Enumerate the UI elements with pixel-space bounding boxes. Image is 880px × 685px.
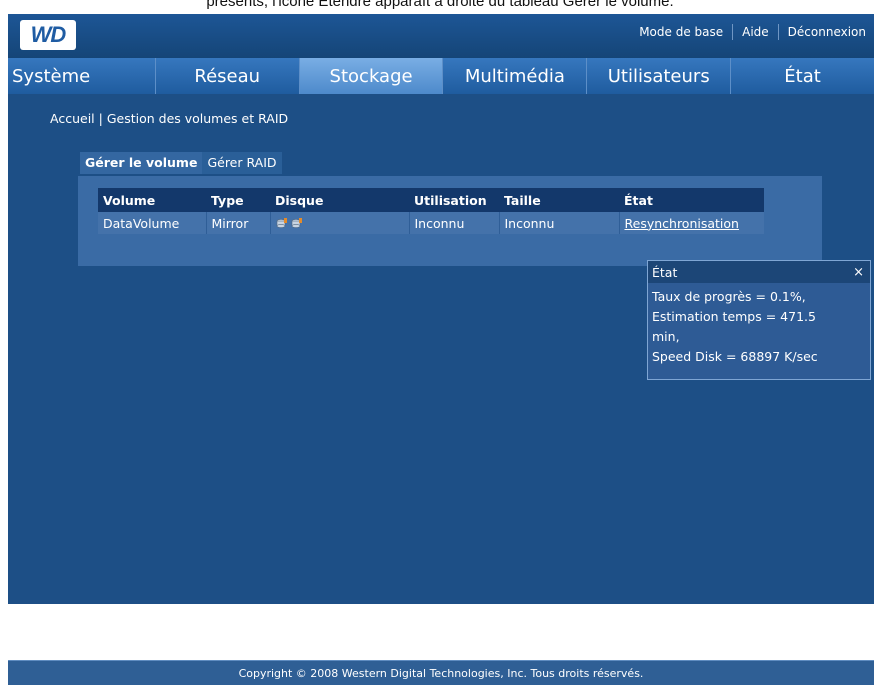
subtabs: Gérer le volume Gérer RAID <box>80 152 282 174</box>
tab-manage-volume[interactable]: Gérer le volume <box>80 152 203 174</box>
nav-tab-systeme[interactable]: Système <box>8 58 156 94</box>
cell-usage: Inconnu <box>409 212 500 234</box>
breadcrumb-home[interactable]: Accueil <box>50 111 95 126</box>
popup-body: Taux de progrès = 0.1%, Estimation temps… <box>648 283 870 371</box>
cell-disk <box>270 212 410 234</box>
cell-size: Inconnu <box>499 212 620 234</box>
estimate-unit-line: min, <box>652 329 680 344</box>
document-caption: présents, l'icône Étendre apparaît à dro… <box>206 0 674 10</box>
table-header-row: Volume Type Disque Utilisation Taille Ét… <box>98 188 764 212</box>
logout-link[interactable]: Déconnexion <box>779 25 874 39</box>
nav-tab-utilisateurs[interactable]: Utilisateurs <box>587 58 732 94</box>
progress-line: Taux de progrès = 0.1%, <box>652 289 806 304</box>
help-link[interactable]: Aide <box>733 25 778 39</box>
wd-logo: WD <box>20 20 76 50</box>
cell-type: Mirror <box>206 212 271 234</box>
speed-line: Speed Disk = 68897 K/sec <box>652 349 818 364</box>
col-header-disk: Disque <box>270 188 409 212</box>
table-row: DataVolume Mirror Inconnu Inconnu Resync… <box>98 212 764 234</box>
app-window: WD Mode de base Aide Déconnexion Système… <box>8 14 874 685</box>
copyright-text: Copyright © 2008 Western Digital Technol… <box>238 666 644 680</box>
breadcrumb: Accueil | Gestion des volumes et RAID <box>50 111 288 126</box>
disk-2-icon[interactable] <box>291 218 303 230</box>
top-links: Mode de base Aide Déconnexion <box>630 14 874 50</box>
col-header-status: État <box>619 188 764 212</box>
resync-status-link[interactable]: Resynchronisation <box>625 216 739 231</box>
volume-table: Volume Type Disque Utilisation Taille Ét… <box>98 188 764 234</box>
main-nav: Système Réseau Stockage Multimédia Utili… <box>8 58 874 94</box>
cell-status: Resynchronisation <box>619 212 764 234</box>
basic-mode-link[interactable]: Mode de base <box>630 25 732 39</box>
popup-title: État <box>652 264 678 280</box>
nav-tab-stockage[interactable]: Stockage <box>299 58 444 94</box>
breadcrumb-current: Gestion des volumes et RAID <box>106 111 289 126</box>
nav-tab-reseau[interactable]: Réseau <box>155 58 300 94</box>
popup-header: État × <box>648 261 870 283</box>
nav-tab-multimedia[interactable]: Multimédia <box>443 58 588 94</box>
col-header-usage: Utilisation <box>409 188 499 212</box>
volume-panel: Volume Type Disque Utilisation Taille Ét… <box>78 176 822 266</box>
nav-tab-etat[interactable]: État <box>731 58 874 94</box>
close-icon[interactable]: × <box>853 265 864 280</box>
footer: Copyright © 2008 Western Digital Technol… <box>8 660 874 685</box>
top-bar: WD Mode de base Aide Déconnexion <box>8 14 874 58</box>
col-header-volume: Volume <box>98 188 206 212</box>
breadcrumb-separator: | <box>98 111 103 126</box>
tab-manage-raid[interactable]: Gérer RAID <box>202 152 282 174</box>
disk-1-icon[interactable] <box>276 218 288 230</box>
status-popup: État × Taux de progrès = 0.1%, Estimatio… <box>647 260 871 380</box>
cell-volume: DataVolume <box>98 212 207 234</box>
estimate-line: Estimation temps = 471.5 <box>652 309 816 324</box>
col-header-size: Taille <box>499 188 619 212</box>
col-header-type: Type <box>206 188 270 212</box>
